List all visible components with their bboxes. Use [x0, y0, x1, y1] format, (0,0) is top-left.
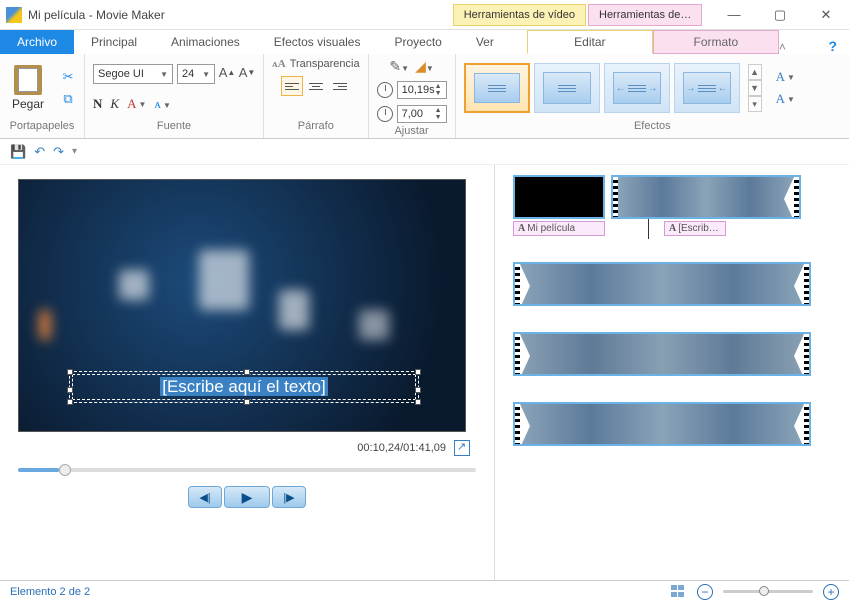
bold-button[interactable]: N [93, 96, 102, 112]
redo-icon[interactable]: ↷ [53, 144, 64, 160]
text-outline-button[interactable]: ᴀ▼ [154, 96, 170, 112]
maximize-button[interactable]: ▢ [757, 0, 803, 30]
app-icon [6, 7, 22, 23]
time-display: 00:10,24/01:41,09 [357, 442, 446, 454]
effect-tile-2[interactable] [534, 63, 600, 113]
workspace: [Escribe aquí el texto] 00:10,24/01:41,0… [0, 165, 849, 580]
edit-text-icon[interactable]: ✎▼ [389, 58, 409, 75]
effect-tile-4[interactable]: →← [674, 63, 740, 113]
transparency-icon: ᴀA [272, 58, 286, 70]
start-time-spinner[interactable]: 10,19s▲▼ [397, 81, 447, 99]
context-tab-text[interactable]: Herramientas de… [588, 4, 702, 26]
clip-video-1[interactable] [611, 175, 801, 219]
clip-video-4[interactable] [513, 402, 811, 446]
text-effects-button[interactable]: A▼ [776, 69, 795, 85]
thumbnail-view-icon[interactable] [671, 585, 687, 599]
ribbon-tabs: Archivo Principal Animaciones Efectos vi… [0, 30, 849, 54]
start-time-icon [377, 82, 393, 98]
prev-frame-button[interactable]: ◀| [188, 486, 222, 508]
align-center-button[interactable] [305, 76, 327, 96]
ribbon: Pegar ✂ ⧉ Portapapeles Segoe UI▼ 24▼ A▲ … [0, 54, 849, 139]
paste-button[interactable]: Pegar [8, 63, 48, 113]
group-label-font: Fuente [93, 118, 255, 134]
context-tab-video[interactable]: Herramientas de vídeo [453, 4, 586, 26]
video-preview[interactable]: [Escribe aquí el texto] [18, 179, 466, 432]
align-left-button[interactable] [281, 76, 303, 96]
tab-format[interactable]: Formato [653, 30, 779, 54]
tab-project[interactable]: Proyecto [377, 30, 458, 54]
align-right-button[interactable] [329, 76, 351, 96]
tab-file[interactable]: Archivo [0, 30, 74, 54]
effect-tile-1[interactable] [464, 63, 530, 113]
group-label-clipboard: Portapapeles [8, 118, 76, 134]
font-color-button[interactable]: A▼ [127, 96, 146, 112]
font-name-select[interactable]: Segoe UI▼ [93, 64, 173, 84]
title-bar: Mi película - Movie Maker Herramientas d… [0, 0, 849, 30]
outline-effects-button[interactable]: A▼ [776, 91, 795, 107]
seek-bar[interactable] [18, 468, 476, 472]
zoom-in-button[interactable]: + [823, 584, 839, 600]
status-bar: Elemento 2 de 2 − + [0, 580, 849, 602]
caption-text-box[interactable]: [Escribe aquí el texto] [69, 371, 419, 403]
effects-expand[interactable]: ▾ [748, 96, 762, 112]
clip-video-3[interactable] [513, 332, 811, 376]
ribbon-collapse-icon[interactable]: ˄ [779, 40, 786, 54]
status-text: Elemento 2 de 2 [10, 586, 90, 598]
tab-edit[interactable]: Editar [527, 30, 653, 54]
save-icon[interactable]: 💾 [10, 144, 26, 160]
caption-tag-2[interactable]: A[Escrib… [664, 221, 726, 236]
quick-access-toolbar: 💾 ↶ ↷ ▾ [0, 139, 849, 165]
grow-font-icon[interactable]: A▲ [219, 64, 235, 80]
tab-home[interactable]: Principal [74, 30, 154, 54]
help-icon[interactable]: ? [828, 38, 837, 54]
zoom-knob[interactable] [759, 586, 769, 596]
group-label-paragraph: Párrafo [272, 118, 360, 134]
zoom-slider[interactable] [723, 590, 813, 593]
close-button[interactable]: ✕ [803, 0, 849, 30]
tab-animations[interactable]: Animaciones [154, 30, 257, 54]
caption-tag-1[interactable]: AMi película [513, 221, 605, 236]
effects-scroll-up[interactable]: ▲ [748, 64, 762, 80]
shrink-font-icon[interactable]: A▼ [239, 64, 255, 80]
window-title: Mi película - Movie Maker [28, 8, 173, 22]
tab-view[interactable]: Ver [459, 30, 511, 54]
caption-placeholder: [Escribe aquí el texto] [160, 377, 327, 396]
qat-customize-icon[interactable]: ▾ [72, 146, 77, 157]
background-color-icon[interactable]: ◢▼ [415, 58, 434, 75]
duration-icon [377, 106, 393, 122]
timeline-pane[interactable]: AMi película A[Escrib… [495, 165, 849, 580]
tab-visual-effects[interactable]: Efectos visuales [257, 30, 378, 54]
zoom-out-button[interactable]: − [697, 584, 713, 600]
italic-button[interactable]: K [110, 96, 119, 112]
font-size-select[interactable]: 24▼ [177, 64, 215, 84]
next-frame-button[interactable]: |▶ [272, 486, 306, 508]
copy-icon[interactable]: ⧉ [60, 91, 76, 107]
effects-scroll-down[interactable]: ▼ [748, 80, 762, 96]
paste-label: Pegar [12, 97, 44, 111]
minimize-button[interactable]: — [711, 0, 757, 30]
duration-spinner[interactable]: 7,00▲▼ [397, 105, 447, 123]
preview-pane: [Escribe aquí el texto] 00:10,24/01:41,0… [0, 165, 495, 580]
undo-icon[interactable]: ↶ [34, 144, 45, 160]
group-label-adjust: Ajustar [377, 123, 447, 139]
seek-knob[interactable] [59, 464, 71, 476]
clipboard-icon [14, 65, 42, 95]
group-label-effects: Efectos [464, 118, 841, 134]
fullscreen-icon[interactable] [454, 440, 470, 456]
effect-tile-3[interactable]: ←→ [604, 63, 670, 113]
clip-title[interactable] [513, 175, 605, 219]
clip-video-2[interactable] [513, 262, 811, 306]
cut-icon[interactable]: ✂ [60, 69, 76, 85]
transparency-button[interactable]: ᴀA Transparencia [272, 58, 360, 70]
play-button[interactable]: ▶ [224, 486, 270, 508]
